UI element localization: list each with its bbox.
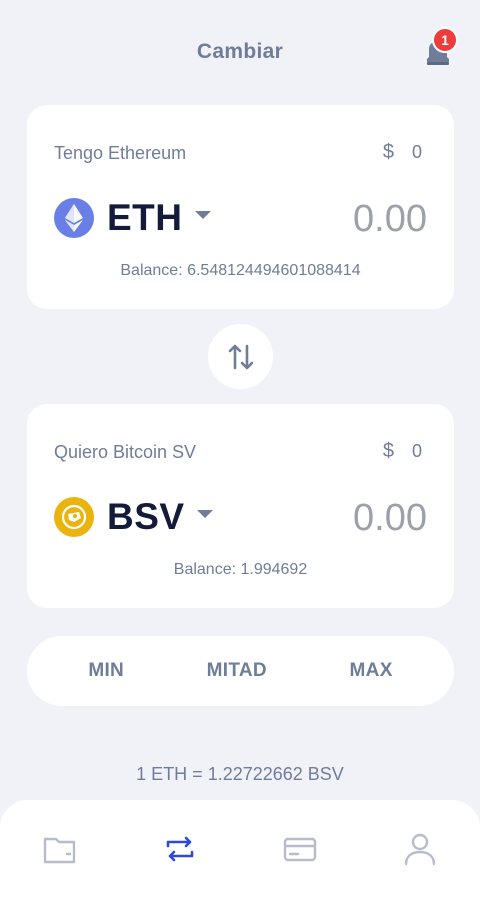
chevron-down-icon <box>194 211 211 219</box>
page-title: Cambiar <box>196 40 284 63</box>
to-balance: Balance: 1.994692 <box>173 561 308 578</box>
from-label: Tengo Ethereum <box>54 143 187 163</box>
bitcoin-sv-icon <box>54 497 94 537</box>
tab-cards[interactable] <box>276 830 324 874</box>
bottom-tab-bar <box>0 800 480 900</box>
to-label: Quiero Bitcoin SV <box>54 442 197 462</box>
to-usd-value: $ 0 <box>383 440 422 463</box>
usd-amount: 0 <box>411 142 422 162</box>
to-card: Quiero Bitcoin SV $ 0 BSV Balance: 1.994… <box>27 404 454 608</box>
tab-profile[interactable] <box>396 830 444 874</box>
header: Cambiar 1 <box>0 0 480 105</box>
chevron-down-icon <box>196 510 213 518</box>
half-button[interactable]: MITAD <box>195 652 279 690</box>
to-coin-selector[interactable]: BSV <box>54 496 213 538</box>
min-button[interactable]: MIN <box>76 652 136 690</box>
tab-exchange[interactable] <box>156 830 204 874</box>
quick-amount-selector: MIN MITAD MAX <box>27 636 454 706</box>
ethereum-icon <box>54 198 94 238</box>
from-usd-value: $ 0 <box>383 141 422 164</box>
card-icon <box>283 837 317 862</box>
from-amount-input[interactable] <box>227 197 427 241</box>
from-coin-selector[interactable]: ETH <box>54 197 211 239</box>
usd-symbol: $ <box>382 440 394 462</box>
profile-icon <box>404 833 436 866</box>
from-card: Tengo Ethereum $ 0 ETH Balance: 6.548124… <box>27 105 454 309</box>
wallet-icon <box>43 837 76 864</box>
from-balance: Balance: 6.548124494601088414 <box>120 262 361 279</box>
max-button[interactable]: MAX <box>338 652 405 690</box>
to-ticker: BSV <box>107 496 185 537</box>
notification-badge: 1 <box>432 27 458 53</box>
from-ticker: ETH <box>107 197 183 238</box>
swap-direction-button[interactable] <box>208 324 273 389</box>
exchange-icon <box>166 836 194 862</box>
tab-wallet[interactable] <box>36 830 84 874</box>
swap-arrows-icon <box>228 344 253 369</box>
usd-amount: 0 <box>411 441 422 461</box>
exchange-rate: 1 ETH = 1.22722662 BSV <box>136 764 344 784</box>
to-amount-input[interactable] <box>227 496 427 540</box>
usd-symbol: $ <box>382 141 394 163</box>
